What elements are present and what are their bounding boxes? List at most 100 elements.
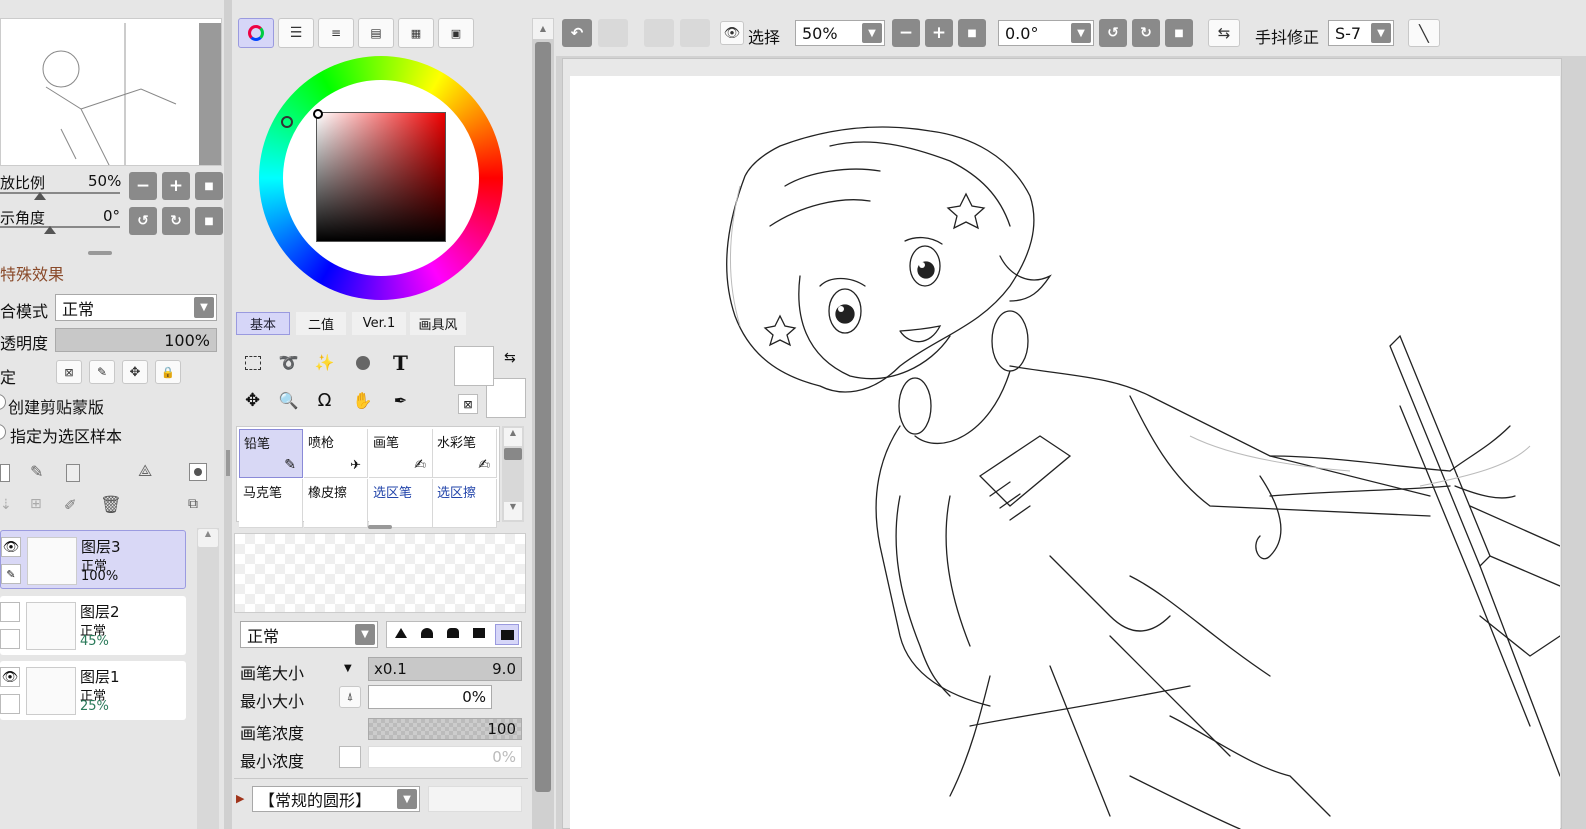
fill-tool[interactable]	[346, 346, 379, 379]
brush-size-slider[interactable]: x0.1 9.0	[368, 657, 522, 681]
nav-angle-slider-handle[interactable]	[44, 226, 56, 234]
tip-shape-5-icon[interactable]	[495, 624, 519, 645]
chevron-down-icon[interactable]: ▼	[344, 663, 352, 674]
brush-item[interactable]: 选区笔	[369, 479, 433, 528]
brush-item[interactable]: 铅笔 ✎	[239, 429, 303, 478]
brush-list-scrollbar[interactable]: ▲ ▼	[502, 426, 524, 522]
rotate-right-button[interactable]: ↻	[1132, 19, 1160, 47]
brush-splitter[interactable]	[368, 525, 392, 529]
straight-line-button[interactable]: ╲	[1408, 19, 1440, 47]
brush-shape-strength-field[interactable]	[428, 786, 522, 812]
hand-tool[interactable]: ✋	[346, 384, 379, 417]
panel-splitter[interactable]	[88, 251, 112, 255]
redo-button[interactable]	[598, 19, 628, 47]
invert-selection-button[interactable]	[680, 19, 710, 47]
tab-basic[interactable]: 基本	[236, 312, 290, 335]
rgb-sliders-button[interactable]: ☰	[278, 18, 314, 48]
nav-rotate-left-button[interactable]: ↺	[129, 207, 157, 235]
magic-wand-tool[interactable]: ✨	[308, 346, 341, 379]
rotate-tool[interactable]: Ω	[308, 384, 341, 417]
sv-marker[interactable]	[313, 109, 323, 119]
flip-horizontal-button[interactable]: ⇆	[1208, 19, 1240, 47]
nav-zoom-slider[interactable]	[0, 192, 120, 194]
navigator-preview[interactable]	[0, 18, 222, 170]
nav-angle-slider[interactable]	[0, 226, 120, 228]
new-brush-layer-icon[interactable]: ✎	[30, 462, 43, 481]
clip-checkbox[interactable]	[0, 394, 6, 410]
transparent-color-icon[interactable]: ⊠	[458, 394, 478, 414]
brush-shape-select[interactable]: 【常规的圆形】 ▼	[252, 786, 420, 812]
zoom-reset-button[interactable]: ■	[958, 19, 986, 47]
opacity-slider[interactable]: 100%	[55, 328, 217, 352]
nav-zoom-reset-button[interactable]: ■	[195, 172, 223, 200]
nav-zoom-slider-handle[interactable]	[34, 192, 46, 200]
clear-layer-icon[interactable]: ✐	[64, 496, 77, 514]
min-size-slider[interactable]: 0%	[368, 685, 492, 709]
hue-marker[interactable]	[281, 116, 293, 128]
layer-transfer-icon[interactable]: ⧉	[188, 496, 198, 512]
lock-move-button[interactable]: ✥	[122, 360, 148, 384]
sample-checkbox[interactable]	[0, 424, 6, 440]
tip-shape-4-icon[interactable]	[473, 628, 485, 638]
brush-item[interactable]: 橡皮擦	[304, 479, 368, 528]
layer-mask-icon[interactable]	[189, 463, 207, 481]
pressure-size-toggle[interactable]: ⍋	[339, 686, 361, 708]
color-wheel-mode-button[interactable]	[238, 18, 274, 48]
min-density-slider[interactable]: 0%	[368, 746, 522, 768]
new-layer-icon[interactable]	[0, 464, 10, 482]
layer-list-scrollbar[interactable]: ▲	[197, 528, 219, 829]
selection-visibility-toggle[interactable]: 👁	[720, 21, 744, 45]
tab-tool-style[interactable]: 画具风	[410, 312, 466, 335]
deselect-button[interactable]	[644, 19, 674, 47]
brush-item[interactable]: 喷枪 ✈	[304, 429, 368, 478]
rotate-reset-button[interactable]: ■	[1165, 19, 1193, 47]
text-tool[interactable]: T	[384, 346, 417, 379]
zoom-in-button[interactable]: +	[925, 19, 953, 47]
move-tool[interactable]: ✥	[236, 384, 269, 417]
eyedropper-tool[interactable]: ✒	[384, 384, 417, 417]
expand-arrow-icon[interactable]: ▶	[236, 792, 244, 805]
nav-rotate-reset-button[interactable]: ■	[195, 207, 223, 235]
brush-item[interactable]: 画笔 ✍	[369, 429, 433, 478]
palette-list-button[interactable]: ▤	[358, 18, 394, 48]
brush-item[interactable]: 马克笔	[239, 479, 303, 528]
eye-icon[interactable]: 👁	[1, 537, 21, 557]
tip-shape-1-icon[interactable]	[395, 628, 407, 638]
brush-blend-select[interactable]: 正常 ▼	[240, 621, 378, 648]
brush-item[interactable]: 选区擦	[433, 479, 497, 528]
blend-mode-select[interactable]: 正常 ▼	[55, 294, 217, 321]
hsv-sliders-button[interactable]: ≡	[318, 18, 354, 48]
tip-shape-2-icon[interactable]	[421, 628, 433, 638]
lasso-tool[interactable]: ➰	[272, 346, 305, 379]
zoom-select[interactable]: 50% ▼	[795, 20, 885, 46]
visibility-box[interactable]	[0, 602, 20, 622]
drawing-canvas[interactable]	[570, 76, 1560, 829]
delete-layer-icon[interactable]: 🗑	[100, 495, 122, 515]
primary-color-swatch[interactable]	[454, 346, 494, 386]
lock-paint-button[interactable]: ✎	[89, 360, 115, 384]
eye-icon[interactable]: 👁	[0, 667, 20, 687]
saturation-value-square[interactable]	[313, 109, 446, 242]
merge-down-icon[interactable]: ⇣	[0, 497, 12, 513]
nav-zoom-in-button[interactable]: +	[162, 172, 190, 200]
tip-shape-3-icon[interactable]	[447, 628, 459, 638]
undo-button[interactable]: ↶	[562, 19, 592, 47]
layer-item[interactable]: 👁 ✎ 图层3 正常 100%	[0, 530, 186, 589]
nav-rotate-right-button[interactable]: ↻	[162, 207, 190, 235]
lock-transparency-button[interactable]: ⊠	[56, 360, 82, 384]
brush-density-slider[interactable]: 100	[368, 718, 522, 740]
panel-divider[interactable]	[224, 0, 232, 829]
layer-effect-icon[interactable]: ⟁	[138, 461, 152, 481]
swap-colors-icon[interactable]: ⇆	[504, 350, 516, 366]
stabilizer-select[interactable]: S-7 ▼	[1328, 20, 1394, 46]
scratchpad-button[interactable]: ▣	[438, 18, 474, 48]
swatch-grid-button[interactable]: ▦	[398, 18, 434, 48]
zoom-tool[interactable]: 🔍	[272, 384, 305, 417]
lock-all-button[interactable]: 🔒	[155, 360, 181, 384]
merge-visible-icon[interactable]: ⊞	[30, 496, 42, 512]
zoom-out-button[interactable]: −	[892, 19, 920, 47]
layer-item[interactable]: 👁 图层1 正常 25%	[0, 661, 186, 720]
rotate-left-button[interactable]: ↺	[1099, 19, 1127, 47]
new-folder-icon[interactable]	[66, 464, 80, 482]
pressure-density-toggle[interactable]	[339, 746, 361, 768]
